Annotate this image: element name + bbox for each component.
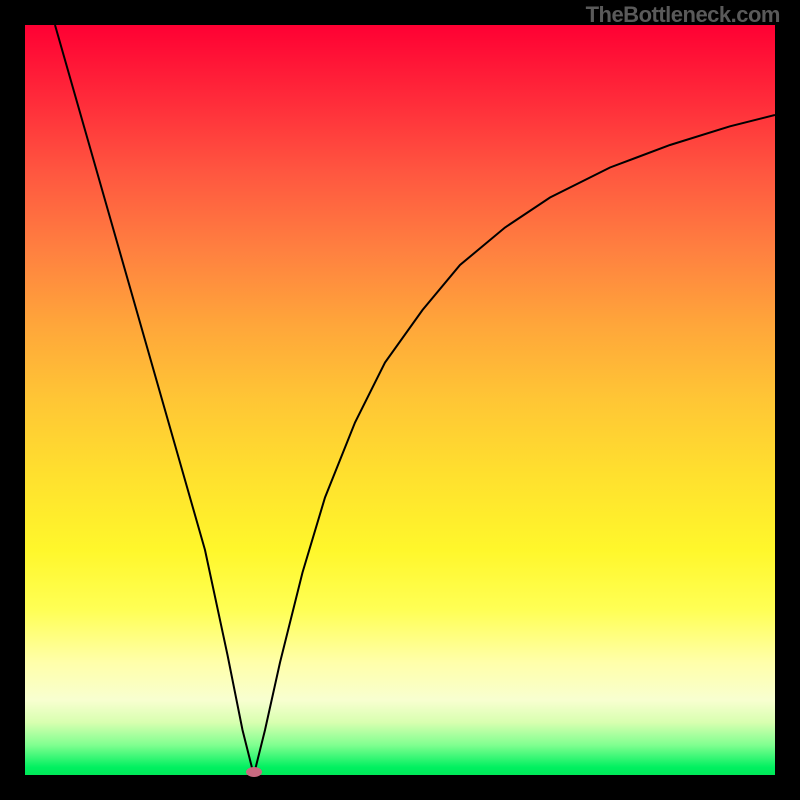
watermark-text: TheBottleneck.com xyxy=(586,2,780,28)
curve-path xyxy=(55,25,775,775)
plot-area xyxy=(25,25,775,775)
bottleneck-curve xyxy=(25,25,775,775)
minimum-marker xyxy=(246,767,262,777)
